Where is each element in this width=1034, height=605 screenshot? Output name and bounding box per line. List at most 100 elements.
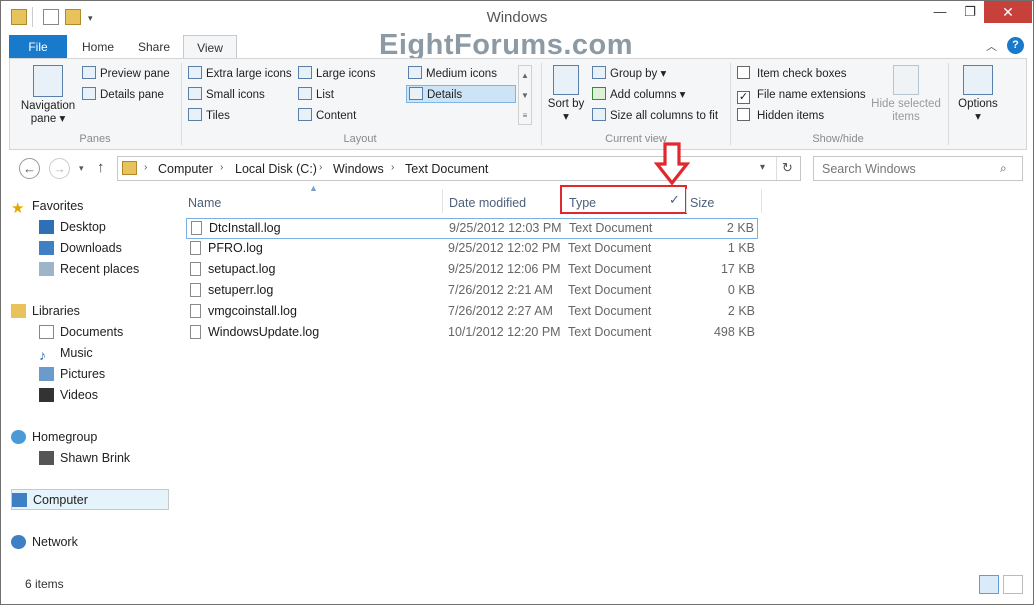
options-button[interactable]: Options ▾ [952,65,1004,124]
file-name-extensions-checkbox[interactable]: ✓ [737,91,750,104]
nav-favorites[interactable]: ★ Favorites [11,196,169,217]
table-row[interactable]: setuperr.log 7/26/2012 2:21 AM Text Docu… [186,281,758,302]
nav-pictures[interactable]: Pictures [11,364,169,385]
group-label-show-hide: Show/hide [812,133,864,145]
file-name: setupact.log [208,262,276,276]
nav-documents[interactable]: Documents [11,322,169,343]
close-button[interactable]: ✕ [984,1,1032,23]
text-file-icon [190,241,201,255]
chevron-right-icon[interactable]: › [319,162,322,173]
search-icon[interactable]: ⌕ [1000,161,1007,176]
status-bar: 6 items [9,573,1027,597]
tab-file[interactable]: File [9,35,67,59]
pictures-icon [39,367,54,381]
large-icons-view-button[interactable] [1003,575,1023,594]
layout-list[interactable]: List [298,86,334,104]
layout-details[interactable]: Details [406,85,516,103]
nav-network[interactable]: Network [11,532,169,553]
table-row[interactable]: PFRO.log 9/25/2012 12:02 PM Text Documen… [186,239,758,260]
nav-homegroup-label: Homegroup [32,430,98,444]
table-row[interactable]: WindowsUpdate.log 10/1/2012 12:20 PM Tex… [186,323,758,344]
column-divider[interactable] [761,189,762,213]
layout-gallery-scroll[interactable]: ▲ ▼ ≡ [518,65,532,125]
hide-selected-items-button[interactable]: Hide selected items [868,65,944,124]
table-row[interactable]: DtcInstall.log 9/25/2012 12:03 PM Text D… [186,218,758,239]
up-button[interactable]: ↑ [97,159,105,176]
layout-medium-icons[interactable]: Medium icons [408,65,497,83]
tab-view[interactable]: View [183,35,237,60]
nav-recent-places[interactable]: Recent places [11,259,169,280]
add-columns-button[interactable]: Add columns ▾ [592,86,685,104]
breadcrumb-local-disk[interactable]: Local Disk (C:) [235,162,317,176]
ribbon: Navigation pane ▾ Preview pane Details p… [9,58,1027,150]
nav-computer[interactable]: Computer [11,489,169,510]
search-box[interactable]: Search Windows ⌕ [813,156,1023,181]
column-header-date[interactable]: Date modified [449,191,526,215]
nav-homegroup[interactable]: Homegroup [11,427,169,448]
minimize-button[interactable]: — [925,1,955,23]
item-check-boxes-checkbox[interactable] [737,66,750,79]
address-dropdown-icon[interactable]: ▾ [760,162,765,173]
help-icon[interactable]: ? [1007,37,1024,54]
navigation-pane: ★ Favorites Desktop Downloads Recent plac… [11,187,171,571]
file-name: DtcInstall.log [209,221,281,235]
breadcrumb-text-document[interactable]: Text Document [405,162,488,176]
layout-large-icons[interactable]: Large icons [298,65,375,83]
tab-home[interactable]: Home [71,35,125,59]
layout-content[interactable]: Content [298,107,356,125]
file-type: Text Document [568,262,652,276]
layout-tiles[interactable]: Tiles [188,107,230,125]
recent-locations-icon[interactable]: ▾ [79,163,84,174]
navigation-pane-label: Navigation pane [20,100,76,125]
group-label-current-view: Current view [605,133,667,145]
item-check-boxes-toggle[interactable]: Item check boxes [737,65,846,83]
details-view-button[interactable] [979,575,999,594]
layout-small-icons[interactable]: Small icons [188,86,265,104]
hidden-items-checkbox[interactable] [737,108,750,121]
nav-desktop-label: Desktop [60,220,106,234]
sort-by-label: Sort by [547,98,585,110]
nav-pictures-label: Pictures [60,367,106,381]
breadcrumb-windows[interactable]: Windows [333,162,384,176]
table-row[interactable]: vmgcoinstall.log 7/26/2012 2:27 AM Text … [186,302,758,323]
group-by-label: Group by [610,68,658,80]
back-button[interactable]: ← [19,158,40,179]
homegroup-icon [11,430,26,444]
size-all-columns-button[interactable]: Size all columns to fit [592,107,718,125]
table-row[interactable]: setupact.log 9/25/2012 12:06 PM Text Doc… [186,260,758,281]
list-icon [298,87,312,100]
chevron-right-icon[interactable]: › [391,162,394,173]
preview-pane-button[interactable]: Preview pane [82,65,170,83]
chevron-right-icon[interactable]: › [144,162,147,173]
sort-by-button[interactable]: Sort by ▾ [546,65,586,124]
maximize-button[interactable]: ❐ [955,1,985,23]
file-name-extensions-toggle[interactable]: ✓ File name extensions [737,86,866,104]
breadcrumb-computer[interactable]: Computer [158,162,213,176]
nav-libraries[interactable]: Libraries [11,301,169,322]
column-divider[interactable] [686,189,687,213]
nav-desktop[interactable]: Desktop [11,217,169,238]
ribbon-minimize-icon[interactable]: ︿ [986,38,997,54]
layout-extra-large-icons[interactable]: Extra large icons [188,65,292,83]
column-header-name[interactable]: Name [188,191,221,215]
computer-icon [12,493,27,507]
column-header-size[interactable]: Size [690,191,714,215]
column-divider[interactable] [442,189,443,213]
forward-button[interactable]: → [49,158,70,179]
address-bar[interactable]: › Computer › Local Disk (C:) › Windows ›… [117,156,801,181]
navigation-pane-button[interactable]: Navigation pane ▾ [16,65,80,126]
nav-shawn-brink[interactable]: Shawn Brink [11,448,169,469]
hidden-items-label: Hidden items [757,110,825,122]
nav-videos[interactable]: Videos [11,385,169,406]
nav-computer-label: Computer [33,493,88,507]
hidden-items-toggle[interactable]: Hidden items [737,107,824,125]
refresh-icon[interactable]: ↻ [782,160,793,176]
nav-music[interactable]: ♪ Music [11,343,169,364]
details-pane-button[interactable]: Details pane [82,86,164,104]
group-by-button[interactable]: Group by ▾ [592,65,666,83]
chevron-right-icon[interactable]: › [220,162,223,173]
tab-share[interactable]: Share [127,35,181,59]
medium-icons-icon [408,66,422,79]
text-file-icon [191,221,202,235]
nav-downloads[interactable]: Downloads [11,238,169,259]
